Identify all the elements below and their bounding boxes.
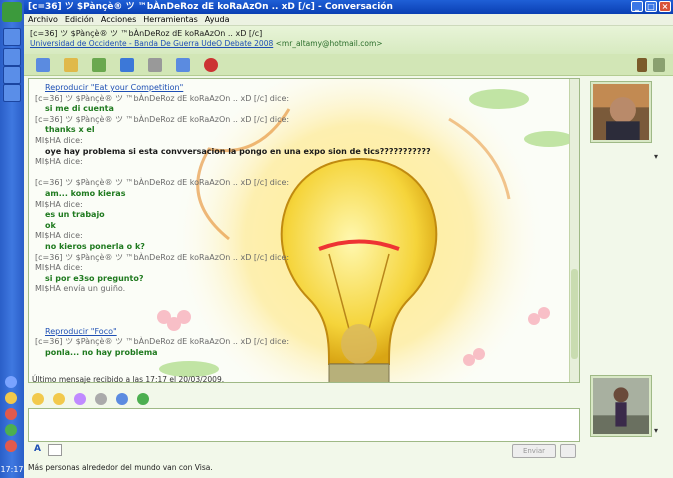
footer-ad-text[interactable]: Más personas alrededor del mundo van con…	[28, 463, 213, 472]
window-title: [c=36] ツ $Pànçè® ツ ™bÀnDeRoz dE koRaAzOn…	[28, 2, 393, 12]
chevron-down-icon[interactable]: ▾	[654, 426, 658, 435]
message-sender: [c=36] ツ $Pànçè® ツ ™bÀnDeRoz dE koRaAzOn…	[35, 178, 290, 188]
message-sender: MI$HA dice:	[35, 199, 83, 209]
send-files-icon[interactable]	[64, 57, 78, 72]
menu-archivo[interactable]: Archivo	[28, 14, 58, 25]
contact-psm-link[interactable]: Universidad de Occidente - Banda De Guer…	[30, 39, 273, 48]
activities-icon[interactable]	[148, 57, 162, 72]
play-link[interactable]: Reproducir "Eat your Competition"	[35, 83, 565, 94]
emoticon-icon[interactable]	[32, 393, 44, 405]
message-sender: [c=36] ツ $Pànçè® ツ ™bÀnDeRoz dE koRaAzOn…	[35, 337, 290, 347]
message-text: am... komo kieras	[45, 188, 126, 198]
voice-clip-icon[interactable]	[95, 393, 107, 405]
message-sender: [c=36] ツ $Pànçè® ツ ™bÀnDeRoz dE koRaAzOn…	[35, 114, 290, 124]
last-message-status: Último mensaje recibido a las 17:17 el 2…	[32, 375, 225, 384]
menu-edicion[interactable]: Edición	[65, 14, 94, 25]
scrollbar-thumb[interactable]	[571, 269, 578, 359]
message-text: si me di cuenta	[45, 104, 114, 114]
menu-bar: Archivo Edición Acciones Herramientas Ay…	[24, 14, 673, 26]
message-sender: MI$HA dice:	[35, 135, 83, 145]
message-text: thanks x el	[45, 125, 95, 135]
menu-ayuda[interactable]: Ayuda	[205, 14, 230, 25]
message-text: ok	[45, 220, 56, 230]
message-text: ponla... no hay problema	[45, 347, 158, 357]
message-sender: MI$HA envía un guiño.	[35, 284, 126, 294]
tray-icon[interactable]	[5, 424, 17, 436]
minimize-button[interactable]: _	[631, 1, 643, 12]
contact-header: [c=36] ツ $Pànçè® ツ ™bÀnDeRoz dE koRaAzOn…	[24, 26, 673, 54]
maximize-button[interactable]: □	[645, 1, 657, 12]
emoticon-icon	[35, 168, 565, 179]
contact-avatar[interactable]	[591, 82, 651, 142]
message-text: no kieros ponerla o k?	[45, 241, 145, 251]
user-avatar[interactable]	[591, 376, 651, 436]
message-sender: MI$HA dice:	[35, 157, 83, 167]
taskbar-button[interactable]	[3, 28, 21, 46]
message-sender: MI$HA dice:	[35, 263, 83, 273]
message-sender: [c=36] ツ $Pànçè® ツ ™bÀnDeRoz dE koRaAzOn…	[35, 93, 290, 103]
video-icon[interactable]	[92, 57, 106, 72]
contact-name: [c=36] ツ $Pànçè® ツ ™bÀnDeRoz dE koRaAzOn…	[30, 29, 263, 38]
wink-icon[interactable]	[53, 393, 65, 405]
close-button[interactable]: ×	[659, 1, 671, 12]
paint-icon[interactable]	[637, 58, 647, 72]
start-button[interactable]	[2, 2, 22, 22]
play-link[interactable]: Reproducir "Foco"	[35, 327, 565, 338]
options-icon[interactable]	[653, 58, 665, 72]
tray-icon[interactable]	[5, 440, 17, 452]
games-icon[interactable]	[176, 57, 190, 72]
chevron-down-icon[interactable]: ▾	[654, 152, 658, 161]
handwriting-icon[interactable]	[48, 444, 62, 456]
messenger-taskbar-button[interactable]	[3, 66, 21, 84]
invite-icon[interactable]	[36, 57, 50, 72]
nudge-icon[interactable]	[74, 393, 86, 405]
message-history[interactable]: Reproducir "Eat your Competition" [c=36] …	[28, 78, 580, 383]
block-icon[interactable]	[204, 57, 218, 72]
font-style-icon[interactable]: A	[34, 444, 41, 454]
tray-icon[interactable]	[5, 392, 17, 404]
background-icon[interactable]	[137, 393, 149, 405]
message-text: oye hay problema si esta convversacion l…	[45, 146, 431, 156]
tray-icon[interactable]	[5, 408, 17, 420]
call-icon[interactable]	[120, 57, 134, 72]
menu-herramientas[interactable]: Herramientas	[143, 14, 198, 25]
conversation-window: [c=36] ツ $Pànçè® ツ ™bÀnDeRoz dE koRaAzOn…	[24, 0, 673, 478]
message-text: si por e3so pregunto?	[45, 273, 144, 283]
taskbar: 17:17	[0, 0, 24, 478]
taskbar-button[interactable]	[3, 48, 21, 66]
send-button[interactable]: Enviar	[512, 444, 556, 458]
message-text: es un trabajo	[45, 210, 105, 220]
taskbar-button[interactable]	[3, 84, 21, 102]
message-sender: MI$HA dice:	[35, 231, 83, 241]
message-sender: [c=36] ツ $Pànçè® ツ ™bÀnDeRoz dE koRaAzOn…	[35, 252, 290, 262]
tray-icon[interactable]	[5, 376, 17, 388]
search-button[interactable]	[560, 444, 576, 458]
history-scrollbar[interactable]	[569, 79, 579, 382]
message-list: Reproducir "Eat your Competition" [c=36] …	[35, 83, 565, 358]
font-icon[interactable]	[116, 393, 128, 405]
system-clock: 17:17	[0, 465, 24, 474]
contact-email: <mr_altamy@hotmail.com>	[275, 39, 383, 48]
input-bottom-bar: A Enviar	[28, 442, 580, 460]
title-bar: [c=36] ツ $Pànçè® ツ ™bÀnDeRoz dE koRaAzOn…	[24, 0, 673, 14]
compose-toolbar	[28, 390, 580, 408]
conversation-toolbar	[24, 54, 673, 76]
message-input[interactable]	[28, 408, 580, 442]
contact-personal-message: Universidad de Occidente - Banda De Guer…	[30, 39, 667, 48]
menu-acciones[interactable]: Acciones	[101, 14, 136, 25]
